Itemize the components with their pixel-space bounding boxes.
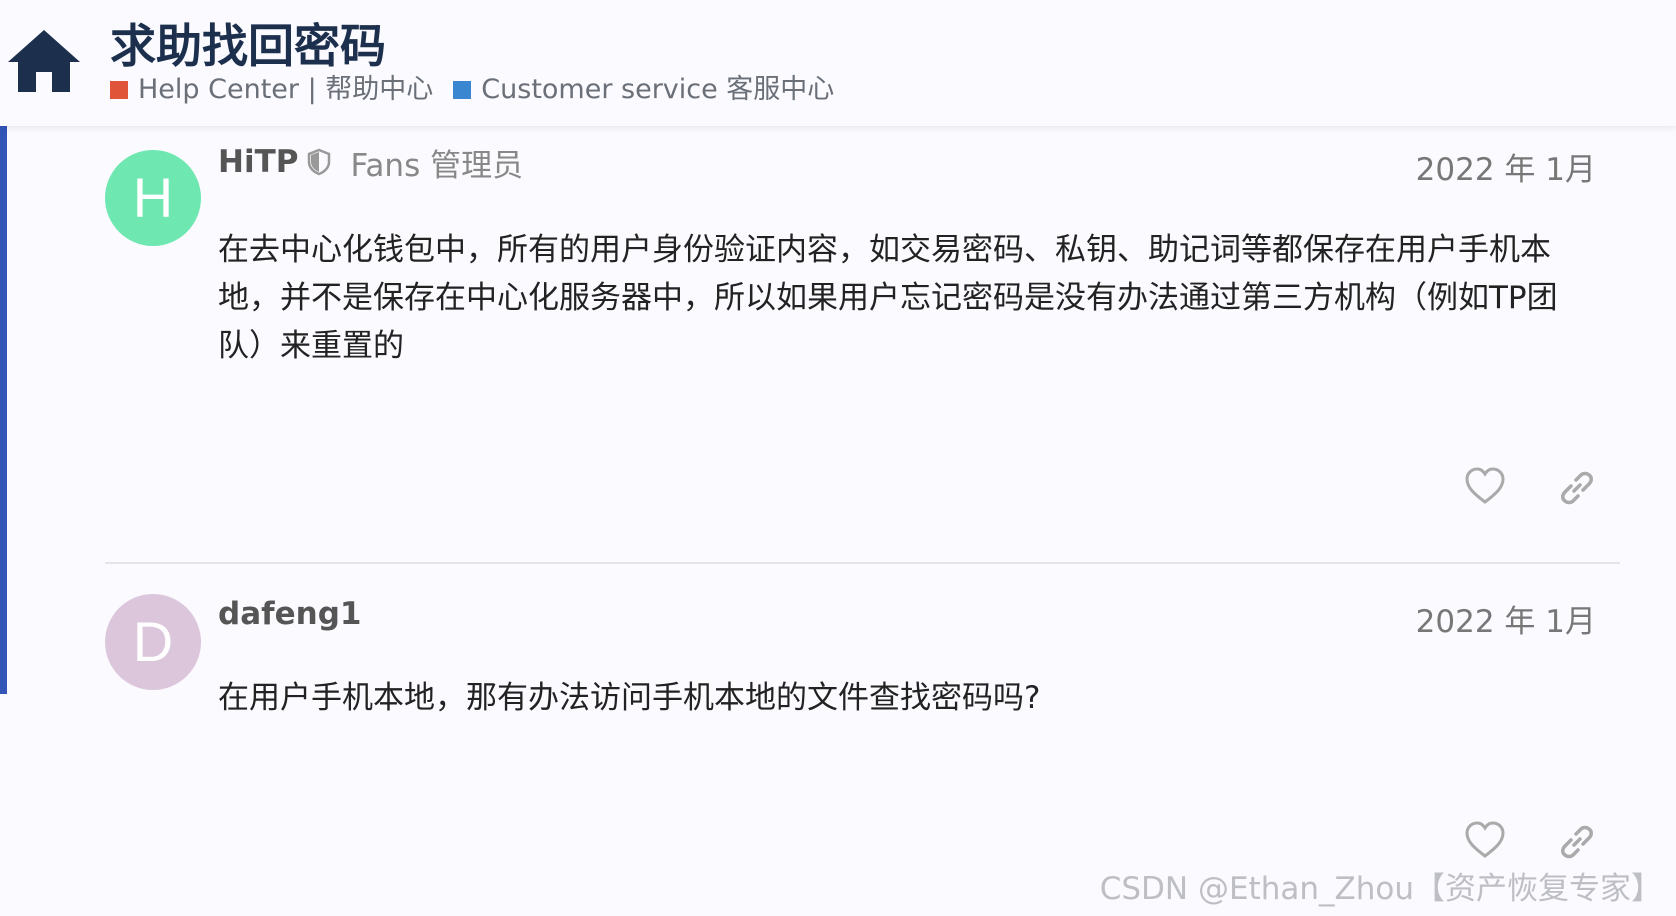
post-meta: HiTP Fans 管理员	[218, 142, 524, 184]
post-date[interactable]: 2022 年 1月	[1416, 144, 1596, 189]
page: 求助找回密码 Help Center | 帮助中心 Customer servi…	[0, 0, 1676, 916]
post-content: 在去中心化钱包中，所有的用户身份验证内容，如交易密码、私钥、助记词等都保存在用户…	[218, 232, 1558, 364]
category-help-center[interactable]: Help Center | 帮助中心	[110, 72, 433, 108]
category-customer-service[interactable]: Customer service 客服中心	[453, 72, 834, 108]
post-meta: dafeng1	[218, 594, 361, 634]
avatar[interactable]: D	[105, 594, 201, 690]
home-icon[interactable]	[6, 26, 82, 96]
category-color-square	[453, 81, 472, 99]
post: H HiTP Fans 管理员 2022 年 1月 在去中心化钱包中，所有的用户…	[0, 126, 1676, 564]
user-flair: Fans 管理员	[350, 147, 524, 184]
heart-icon[interactable]	[1463, 466, 1507, 506]
category-label: Help Center | 帮助中心	[138, 74, 434, 105]
shield-icon	[308, 148, 331, 176]
category-breadcrumb: Help Center | 帮助中心 Customer service 客服中心	[110, 72, 854, 108]
link-icon[interactable]	[1555, 820, 1599, 860]
page-title[interactable]: 求助找回密码	[110, 14, 386, 78]
category-color-square	[110, 81, 128, 99]
avatar[interactable]: H	[105, 150, 201, 246]
heart-icon[interactable]	[1463, 820, 1507, 860]
post-date[interactable]: 2022 年 1月	[1416, 596, 1596, 641]
topic-header: 求助找回密码 Help Center | 帮助中心 Customer servi…	[0, 0, 1676, 126]
username[interactable]: dafeng1	[218, 596, 361, 632]
post-content: 在用户手机本地，那有办法访问手机本地的文件查找密码吗?	[218, 680, 1041, 716]
category-label: Customer service 客服中心	[481, 74, 835, 105]
username[interactable]: HiTP	[218, 144, 298, 180]
watermark: CSDN @Ethan_Zhou【资产恢复专家】	[1099, 871, 1662, 907]
link-icon[interactable]	[1555, 466, 1599, 506]
